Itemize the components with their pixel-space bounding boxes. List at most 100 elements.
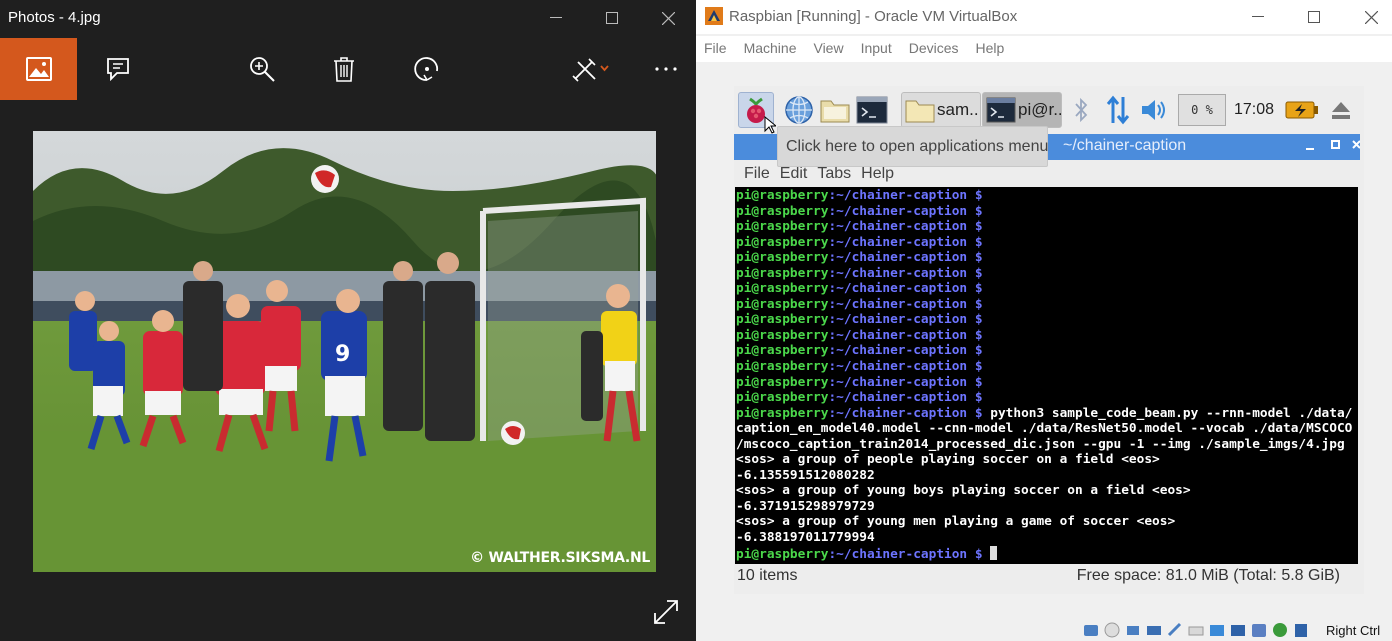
svg-text:9: 9 xyxy=(335,342,350,367)
taskbar-file-manager[interactable]: sam... xyxy=(901,92,981,128)
mouse-integration-icon[interactable] xyxy=(1271,622,1289,638)
prompt-path: :~/chainer-caption $ xyxy=(828,281,983,297)
photos-titlebar: Photos - 4.jpg xyxy=(0,0,696,36)
prompt-user: pi@raspberry xyxy=(736,265,829,281)
output-line: /mscoco_caption_train2014_processed_dic.… xyxy=(736,436,1345,452)
applications-menu-tooltip: Click here to open applications menu xyxy=(777,126,1048,167)
power-button[interactable] xyxy=(1284,92,1320,128)
prompt-path: :~/chainer-caption $ xyxy=(828,312,983,328)
folder-icon xyxy=(820,100,850,123)
photo-watermark: © WALTHER.SIKSMA.NL xyxy=(470,550,650,566)
bluetooth-button[interactable] xyxy=(1068,92,1094,128)
prompt-path: :~/chainer-caption $ xyxy=(828,265,983,281)
prompt-path: :~/chainer-caption $ xyxy=(828,390,983,406)
network-button[interactable] xyxy=(1104,92,1132,128)
slideshow-button[interactable] xyxy=(90,38,146,100)
text-cursor xyxy=(990,545,998,560)
vbox-statusbar: Right Ctrl xyxy=(696,616,1392,641)
prompt-path: :~/chainer-caption $ xyxy=(828,296,983,312)
taskbar-file-manager-label: sam... xyxy=(937,100,981,119)
display-icon[interactable] xyxy=(1208,622,1226,638)
guest-screen[interactable]: sam... pi@r... xyxy=(734,86,1364,594)
menu-machine[interactable]: Machine xyxy=(736,36,797,62)
vbox-close-button[interactable] xyxy=(1343,2,1392,32)
battery-icon xyxy=(1285,101,1318,119)
video-capture-icon[interactable] xyxy=(1229,622,1247,638)
prompt-line: pi@raspberry:~/chainer-caption $ xyxy=(736,281,1358,297)
folder-icon xyxy=(905,100,935,123)
terminal-menu-file[interactable]: File xyxy=(734,162,770,187)
audio-icon[interactable] xyxy=(1124,622,1142,638)
virtualbox-icon xyxy=(705,7,723,25)
speaker-icon xyxy=(1142,100,1165,120)
output-line: -6.135591512080282 xyxy=(736,467,875,483)
maximize-icon[interactable] xyxy=(1331,140,1341,150)
file-manager-launcher[interactable] xyxy=(818,92,852,128)
menu-input[interactable]: Input xyxy=(853,36,892,62)
prompt-path: :~/chainer-caption $ xyxy=(828,188,983,203)
usb-icon[interactable] xyxy=(1166,622,1184,638)
fullscreen-button[interactable] xyxy=(652,598,680,626)
web-browser-launcher[interactable] xyxy=(782,92,816,128)
minimize-icon xyxy=(1252,16,1264,17)
terminal-icon xyxy=(856,96,888,124)
slideshow-icon xyxy=(107,58,129,81)
vbox-minimize-button[interactable] xyxy=(1230,2,1286,32)
network-icon[interactable] xyxy=(1145,622,1163,638)
prompt-path: :~/chainer-caption $ xyxy=(828,327,983,343)
menu-file[interactable]: File xyxy=(696,36,727,62)
photos-close-button[interactable] xyxy=(640,2,696,34)
output-line: caption_en_model40.model --cnn-model ./d… xyxy=(736,421,1353,437)
terminal-launcher[interactable] xyxy=(854,92,890,128)
close-icon[interactable] xyxy=(1352,140,1360,150)
photos-title: Photos - 4.jpg xyxy=(8,9,101,26)
virtualization-icon[interactable] xyxy=(1250,622,1268,638)
minimize-icon xyxy=(550,17,562,18)
prompt-line: pi@raspberry:~/chainer-caption $ xyxy=(736,312,1358,328)
prompt-path: :~/chainer-caption $ xyxy=(828,219,983,235)
cpu-monitor: 0 % xyxy=(1178,94,1226,126)
terminal-icon xyxy=(986,97,1016,123)
vbox-menubar: File Machine View Input Devices Help xyxy=(696,36,1392,62)
prompt-user: pi@raspberry xyxy=(736,374,829,390)
eject-icon xyxy=(1332,102,1350,119)
minimize-icon[interactable] xyxy=(1306,142,1316,152)
taskbar-terminal[interactable]: pi@r... xyxy=(982,92,1062,128)
prompt-user: pi@raspberry xyxy=(736,546,829,562)
prompt-user: pi@raspberry xyxy=(736,188,829,203)
hard-disk-icon[interactable] xyxy=(1082,622,1100,638)
prompt-user: pi@raspberry xyxy=(736,405,829,421)
shared-folders-icon[interactable] xyxy=(1187,622,1205,638)
prompt-path: :~/chainer-caption $ xyxy=(828,359,983,375)
menu-help[interactable]: Help xyxy=(968,36,1005,62)
photos-window: Photos - 4.jpg 9 © WALTHER.SIKSMA.NL xyxy=(0,0,696,641)
prompt-path: :~/chainer-caption $ xyxy=(828,405,983,421)
menu-view[interactable]: View xyxy=(805,36,843,62)
keyboard-capture-icon[interactable] xyxy=(1292,622,1310,638)
zoom-button[interactable] xyxy=(234,38,290,100)
volume-button[interactable] xyxy=(1140,92,1168,128)
prompt-path: :~/chainer-caption $ xyxy=(828,250,983,266)
expand-icon xyxy=(654,600,678,624)
more-button[interactable] xyxy=(638,38,694,100)
prompt-user: pi@raspberry xyxy=(736,296,829,312)
prompt-path: :~/chainer-caption $ xyxy=(828,234,983,250)
prompt-user: pi@raspberry xyxy=(736,343,829,359)
menu-devices[interactable]: Devices xyxy=(901,36,959,62)
prompt-line: pi@raspberry:~/chainer-caption $ xyxy=(736,188,1358,204)
photos-minimize-button[interactable] xyxy=(528,2,584,34)
vbox-maximize-button[interactable] xyxy=(1286,2,1342,32)
delete-button[interactable] xyxy=(316,38,372,100)
item-count: 10 items xyxy=(737,567,798,584)
rotate-button[interactable] xyxy=(399,38,455,100)
terminal-output[interactable]: pi@raspberry:~/chainer-caption $ pi@raspb… xyxy=(735,187,1358,564)
edit-button[interactable] xyxy=(560,38,624,100)
eject-button[interactable] xyxy=(1328,92,1354,128)
optical-drive-icon[interactable] xyxy=(1103,622,1121,638)
photos-maximize-button[interactable] xyxy=(584,2,640,34)
prompt-line: pi@raspberry:~/chainer-caption $ xyxy=(736,219,1358,235)
prompt-line: pi@raspberry:~/chainer-caption $ xyxy=(736,343,1358,359)
taskbar-terminal-label: pi@r... xyxy=(1018,100,1061,119)
view-button[interactable] xyxy=(0,38,77,100)
panel-clock[interactable]: 17:08 xyxy=(1234,101,1274,119)
